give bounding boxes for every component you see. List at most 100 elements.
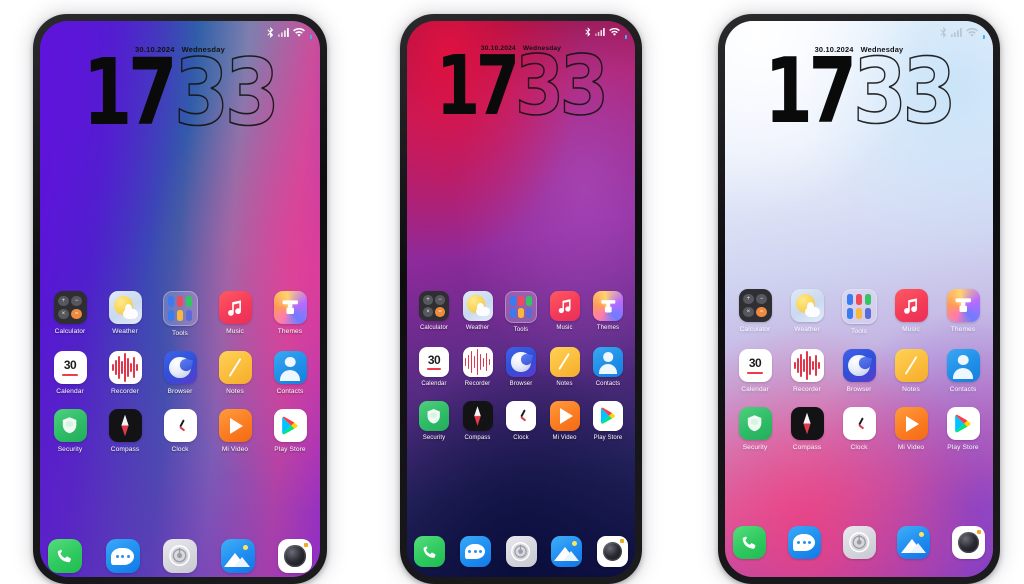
mi-video-icon	[218, 409, 252, 442]
weather-icon	[108, 291, 142, 324]
app-calendar[interactable]: 30 Calendar	[48, 351, 92, 395]
clock-hours: 17	[83, 39, 178, 146]
app-play-store[interactable]: Play Store	[268, 409, 312, 453]
app-music[interactable]: Music	[545, 291, 585, 333]
app-compass[interactable]: Compass	[785, 407, 829, 451]
app-play-store[interactable]: Play Store	[588, 401, 628, 441]
gallery-icon[interactable]	[897, 526, 931, 559]
compass-icon	[790, 407, 824, 440]
messages-icon[interactable]	[787, 526, 821, 559]
app-label: Weather	[465, 325, 490, 331]
cellular-signal-icon	[278, 27, 289, 37]
app-calendar[interactable]: 30 Calendar	[414, 347, 454, 387]
app-calculator[interactable]: + − × = Calculator	[48, 291, 92, 337]
app-music[interactable]: Music	[213, 291, 257, 337]
clock-hours: 17	[435, 39, 520, 134]
app-mi-video[interactable]: Mi Video	[889, 407, 933, 451]
app-browser[interactable]: Browser	[837, 349, 881, 393]
app-weather[interactable]: Weather	[103, 291, 147, 337]
calendar-icon: 30	[738, 349, 772, 382]
app-security[interactable]: Security	[414, 401, 454, 441]
phone-right-screen[interactable]: 30.10.2024 Wednesday 17 33 + − × = Calculator…	[725, 21, 993, 577]
phone-left-screen[interactable]: 30.10.2024 Wednesday 17 33 + − × = Calculator…	[40, 21, 320, 577]
app-browser[interactable]: Browser	[158, 351, 202, 395]
app-label: Themes	[950, 326, 976, 333]
app-music[interactable]: Music	[889, 289, 933, 335]
app-clock[interactable]: Clock	[158, 409, 202, 453]
app-label: Recorder	[464, 381, 491, 387]
phone-icon[interactable]	[414, 536, 445, 567]
compass-icon	[108, 409, 142, 442]
camera-icon[interactable]	[278, 539, 312, 573]
app-recorder[interactable]: Recorder	[785, 349, 829, 393]
app-tools[interactable]: Tools	[158, 291, 202, 337]
app-themes[interactable]: Themes	[268, 291, 312, 337]
app-recorder[interactable]: Recorder	[458, 347, 498, 387]
app-themes[interactable]: Themes	[941, 289, 985, 335]
app-label: Clock	[171, 446, 189, 453]
clock-minutes: 33	[515, 39, 610, 134]
time-display: 17 33	[725, 46, 993, 137]
app-label: Clock	[850, 444, 868, 451]
phone-icon[interactable]	[48, 539, 82, 573]
dock	[40, 539, 320, 573]
browser-icon	[842, 349, 876, 382]
recorder-icon	[462, 347, 493, 377]
calendar-day: 30	[427, 352, 441, 367]
app-play-store[interactable]: Play Store	[941, 407, 985, 451]
app-contacts[interactable]: Contacts	[941, 349, 985, 393]
app-clock[interactable]: Clock	[501, 401, 541, 441]
wifi-icon	[293, 27, 305, 37]
app-contacts[interactable]: Contacts	[268, 351, 312, 395]
dock	[407, 536, 635, 567]
app-compass[interactable]: Compass	[458, 401, 498, 441]
app-notes[interactable]: Notes	[889, 349, 933, 393]
app-themes[interactable]: Themes	[588, 291, 628, 333]
app-tools[interactable]: Tools	[501, 291, 541, 333]
app-security[interactable]: Security	[733, 407, 777, 451]
app-calendar[interactable]: 30 Calendar	[733, 349, 777, 393]
weather-icon	[462, 291, 493, 321]
app-notes[interactable]: Notes	[213, 351, 257, 395]
app-row-3: Security Compass Clock Mi Video Play Sto…	[48, 409, 312, 453]
camera-icon[interactable]	[952, 526, 985, 559]
app-label: Recorder	[111, 388, 139, 395]
app-label: Calendar	[56, 388, 84, 395]
app-contacts[interactable]: Contacts	[588, 347, 628, 387]
app-compass[interactable]: Compass	[103, 409, 147, 453]
settings-icon[interactable]	[163, 539, 197, 573]
app-weather[interactable]: Weather	[458, 291, 498, 333]
app-calculator[interactable]: + − × = Calculator	[414, 291, 454, 333]
contacts-icon	[593, 347, 623, 377]
app-mi-video[interactable]: Mi Video	[213, 409, 257, 453]
app-label: Security	[57, 446, 83, 453]
app-label: Tools	[851, 328, 867, 335]
app-weather[interactable]: Weather	[785, 289, 829, 335]
app-notes[interactable]: Notes	[545, 347, 585, 387]
app-mi-video[interactable]: Mi Video	[545, 401, 585, 441]
app-browser[interactable]: Browser	[501, 347, 541, 387]
app-clock[interactable]: Clock	[837, 407, 881, 451]
phone-icon[interactable]	[733, 526, 766, 559]
app-label: Contacts	[595, 381, 621, 387]
settings-icon[interactable]	[842, 526, 876, 559]
messages-icon[interactable]	[459, 536, 491, 567]
messages-icon[interactable]	[105, 539, 140, 573]
app-security[interactable]: Security	[48, 409, 92, 453]
gallery-icon[interactable]	[220, 539, 255, 573]
phone-center-screen[interactable]: 30.10.2024 Wednesday 17 33 + − × = Calculator…	[407, 21, 635, 577]
app-label: Play Store	[593, 435, 623, 441]
camera-icon[interactable]	[597, 536, 628, 567]
app-tools[interactable]: Tools	[837, 289, 881, 335]
calculator-icon: + − × =	[738, 289, 772, 322]
settings-icon[interactable]	[505, 536, 537, 567]
gallery-icon[interactable]	[551, 536, 583, 567]
calendar-day: 30	[63, 358, 77, 373]
app-label: Notes	[556, 381, 573, 387]
tools-folder-icon	[841, 289, 877, 324]
app-label: Recorder	[793, 386, 821, 393]
app-recorder[interactable]: Recorder	[103, 351, 147, 395]
app-calculator[interactable]: + − × = Calculator	[733, 289, 777, 335]
notes-icon	[894, 349, 928, 382]
app-row-2: 30 Calendar Recorder Browser Notes Conta…	[414, 347, 628, 387]
